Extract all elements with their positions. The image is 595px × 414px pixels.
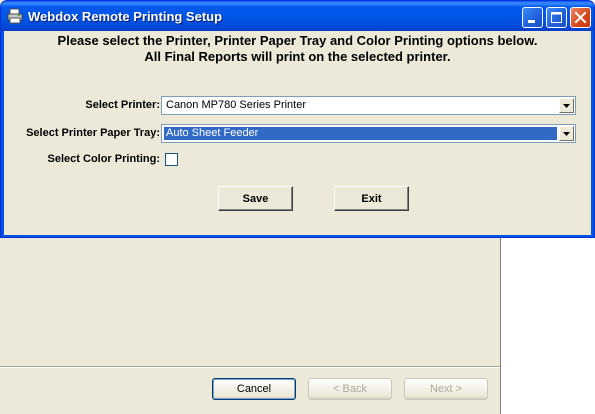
printing-setup-window: Webdox Remote Printing Setup Please sele…	[0, 0, 595, 238]
printer-label: Select Printer:	[85, 99, 160, 111]
chevron-down-icon	[563, 132, 570, 136]
maximize-icon	[551, 12, 562, 23]
minimize-button[interactable]	[522, 7, 543, 28]
window-client-area: Please select the Printer, Printer Paper…	[4, 31, 591, 235]
color-printing-label: Select Color Printing:	[47, 153, 160, 165]
maximize-button[interactable]	[546, 7, 567, 28]
close-icon	[574, 11, 587, 24]
paper-tray-select[interactable]: Auto Sheet Feeder	[161, 124, 576, 143]
close-button[interactable]	[570, 7, 591, 28]
back-button[interactable]: < Back	[308, 378, 392, 400]
title-bar[interactable]: Webdox Remote Printing Setup	[1, 1, 594, 31]
printer-select-value: Canon MP780 Series Printer	[166, 99, 307, 111]
paper-tray-select-value: Auto Sheet Feeder	[164, 127, 557, 140]
chevron-down-icon	[563, 104, 570, 108]
printer-dropdown-button[interactable]	[559, 98, 574, 113]
minimize-icon	[528, 20, 535, 23]
instructions-heading: Please select the Printer, Printer Paper…	[4, 33, 591, 65]
save-button[interactable]: Save	[218, 186, 293, 211]
cancel-button[interactable]: Cancel	[212, 378, 296, 400]
instructions-line-1: Please select the Printer, Printer Paper…	[57, 33, 538, 48]
color-printing-checkbox[interactable]	[165, 153, 178, 166]
printer-app-icon	[7, 8, 23, 24]
next-button[interactable]: Next >	[404, 378, 488, 400]
window-title: Webdox Remote Printing Setup	[28, 9, 223, 24]
paper-tray-label: Select Printer Paper Tray:	[26, 127, 160, 139]
exit-button[interactable]: Exit	[334, 186, 409, 211]
wizard-divider	[0, 366, 500, 368]
printer-select[interactable]: Canon MP780 Series Printer	[161, 96, 576, 115]
instructions-line-2: All Final Reports will print on the sele…	[144, 49, 451, 64]
paper-tray-dropdown-button[interactable]	[559, 126, 574, 141]
